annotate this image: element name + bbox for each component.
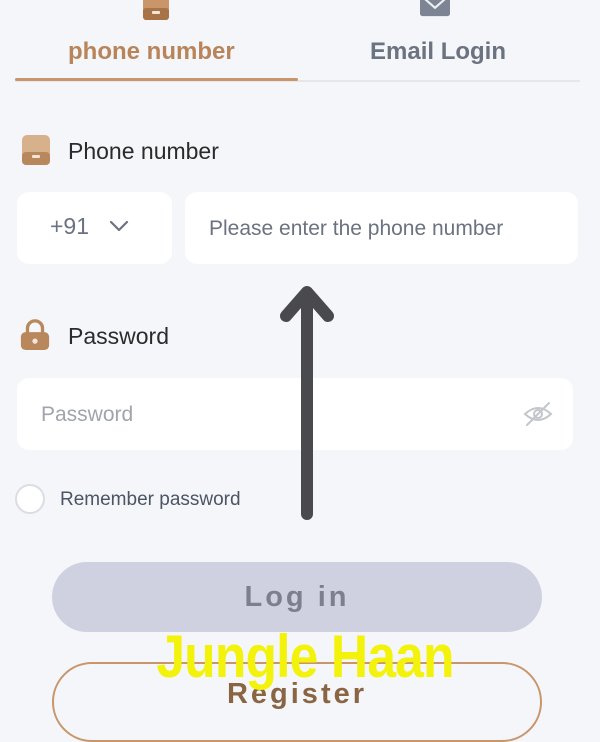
country-code-select[interactable] (17, 192, 172, 264)
phone-icon (22, 135, 50, 165)
tab-email-label[interactable]: Email Login (370, 38, 506, 66)
phone-input[interactable] (207, 192, 571, 266)
mail-icon (420, 0, 450, 17)
tab-phone-label[interactable]: phone number (68, 38, 235, 66)
remember-password-checkbox[interactable] (15, 484, 45, 514)
phone-section-label: Phone number (68, 138, 219, 164)
lock-icon (20, 319, 50, 351)
arrow-up-icon (280, 286, 334, 520)
eye-off-icon[interactable] (523, 400, 553, 428)
active-tab-indicator (15, 78, 298, 81)
phone-field[interactable] (185, 192, 578, 266)
watermark-text: Jungle Haan (156, 623, 454, 690)
password-section-label: Password (68, 323, 169, 349)
phone-icon (143, 0, 169, 20)
password-input[interactable] (39, 378, 513, 452)
chevron-down-icon (109, 220, 129, 232)
remember-password-label[interactable]: Remember password (60, 489, 241, 511)
country-code-value: +91 (50, 213, 90, 239)
